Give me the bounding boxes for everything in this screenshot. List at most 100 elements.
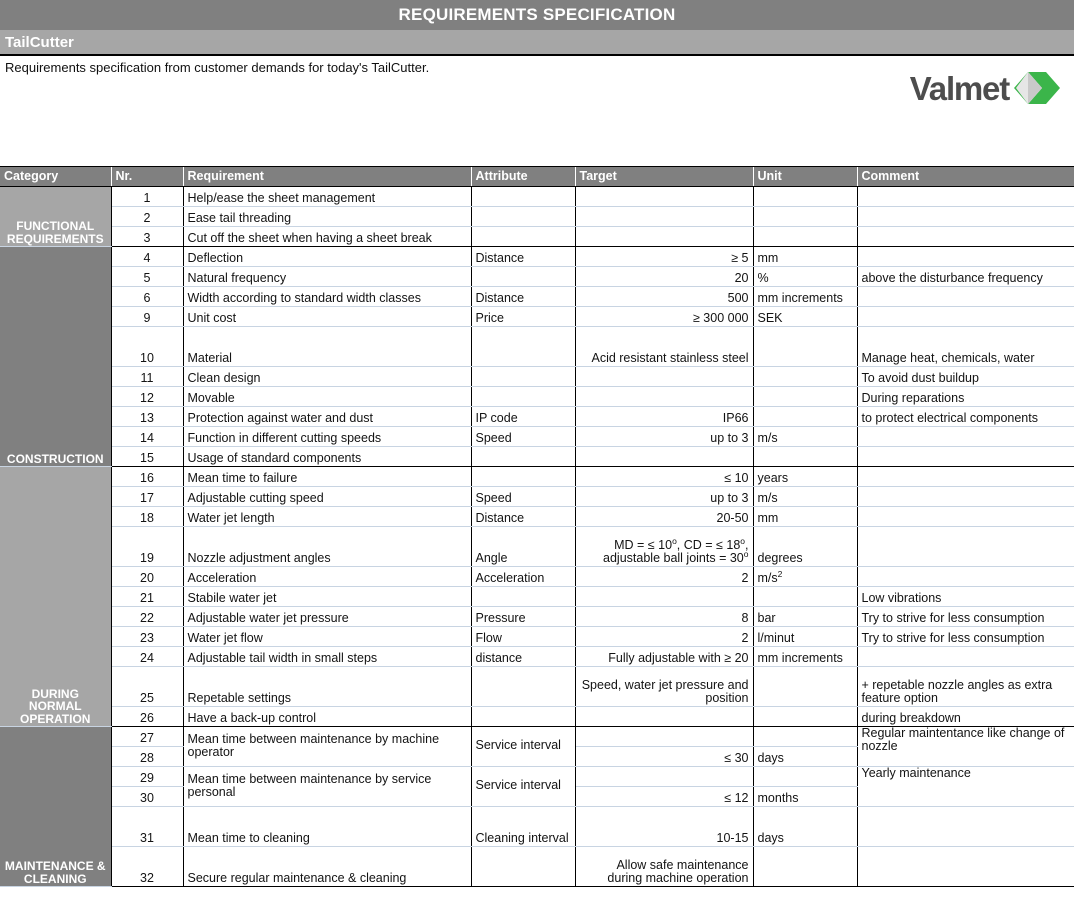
cell-target: up to 3 xyxy=(575,486,754,507)
table-row: 26 Have a back-up control during breakdown xyxy=(0,706,1074,727)
cell-nr: 6 xyxy=(111,286,184,307)
cell-comment xyxy=(857,446,1074,467)
cell-attribute: Distance xyxy=(471,286,576,307)
cell-target: MD = ≤ 10o, CD = ≤ 18o, adjustable ball … xyxy=(575,526,754,567)
cell-attribute: Service interval xyxy=(471,726,576,767)
cell-attribute xyxy=(471,386,576,407)
table-row: 17 Adjustable cutting speed Speed up to 3 m/… xyxy=(0,486,1074,507)
column-header-target: Target xyxy=(575,167,754,187)
cell-comment xyxy=(857,226,1074,247)
cell-attribute: IP code xyxy=(471,406,576,427)
cell-target xyxy=(575,446,754,467)
category-cell: CONSTRUCTION xyxy=(0,246,112,467)
cell-unit: m/s2 xyxy=(753,566,858,587)
cell-nr: 14 xyxy=(111,426,184,447)
cell-requirement: Acceleration xyxy=(183,566,472,587)
cell-unit xyxy=(753,386,858,407)
table-row: 2 Ease tail threading xyxy=(0,206,1074,227)
cell-nr: 9 xyxy=(111,306,184,327)
cell-target xyxy=(575,386,754,407)
cell-target: Speed, water jet pressure and position xyxy=(575,666,754,707)
cell-nr: 16 xyxy=(111,466,184,487)
table-row: 24 Adjustable tail width in small steps di… xyxy=(0,646,1074,667)
cell-requirement: Adjustable cutting speed xyxy=(183,486,472,507)
cell-unit: days xyxy=(753,806,858,847)
cell-requirement: Adjustable water jet pressure xyxy=(183,606,472,627)
column-header-nr: Nr. xyxy=(111,167,184,187)
requirements-table: Category Nr. Requirement Attribute Targe… xyxy=(0,167,1074,887)
cell-nr: 21 xyxy=(111,586,184,607)
category-cell: FUNCTIONAL REQUIREMENTS xyxy=(0,186,112,247)
cell-nr: 25 xyxy=(111,666,184,707)
table-row: 21 Stabile water jet Low vibrations xyxy=(0,586,1074,607)
cell-unit: degrees xyxy=(753,526,858,567)
cell-target: 10-15 xyxy=(575,806,754,847)
cell-target: ≤ 12 xyxy=(575,786,754,807)
table-row: 31 Mean time to cleaning Cleaning interval… xyxy=(0,806,1074,847)
column-header-comment: Comment xyxy=(857,167,1074,187)
cell-target xyxy=(575,766,754,787)
cell-nr: 3 xyxy=(111,226,184,247)
cell-unit xyxy=(753,446,858,467)
table-row: MAINTENANCE & CLEANING 27 Mean time betwee… xyxy=(0,726,1074,887)
cell-requirement: Mean time to cleaning xyxy=(183,806,472,847)
cell-requirement: Material xyxy=(183,326,472,367)
cell-unit xyxy=(753,326,858,367)
cell-attribute: Distance xyxy=(471,246,576,267)
cell-target: 2 xyxy=(575,626,754,647)
cell-comment xyxy=(857,646,1074,667)
cell-nr: 17 xyxy=(111,486,184,507)
cell-unit: SEK xyxy=(753,306,858,327)
cell-attribute: Cleaning interval xyxy=(471,806,576,847)
subject-bar: TailCutter xyxy=(0,30,1074,56)
cell-target: ≥ 300 000 xyxy=(575,306,754,327)
table-row: DURING NORMAL OPERATION 16 Mean time to fa… xyxy=(0,466,1074,727)
table-row: 5 Natural frequency 20% above the disturban… xyxy=(0,266,1074,287)
category-cell: DURING NORMAL OPERATION xyxy=(0,466,112,727)
cell-target xyxy=(575,366,754,387)
column-header-attribute: Attribute xyxy=(471,167,576,187)
cell-comment: To avoid dust buildup xyxy=(857,366,1074,387)
cell-attribute: Service interval xyxy=(471,766,576,807)
cell-unit xyxy=(753,406,858,427)
cell-attribute: Pressure xyxy=(471,606,576,627)
table-row: FUNCTIONAL REQUIREMENTS 1 Help/ease the sh… xyxy=(0,186,1074,247)
table-row: 25 Repetable settings Speed, water jet pre… xyxy=(0,666,1074,707)
valmet-logo-wordmark: Valmet xyxy=(909,69,1010,107)
cell-comment xyxy=(857,306,1074,327)
cell-attribute xyxy=(471,326,576,367)
cell-target: 20-50 xyxy=(575,506,754,527)
category-cell: MAINTENANCE & CLEANING xyxy=(0,726,112,887)
cell-comment: Yearly maintenance xyxy=(857,766,1074,807)
cell-unit xyxy=(753,766,858,787)
cell-attribute xyxy=(471,466,576,487)
table-row: 9 Unit cost Price ≥ 300 000 SEK xyxy=(0,306,1074,327)
cell-nr: 12 xyxy=(111,386,184,407)
cell-nr: 26 xyxy=(111,706,184,727)
cell-requirement: Unit cost xyxy=(183,306,472,327)
cell-comment xyxy=(857,526,1074,567)
cell-unit xyxy=(753,206,858,227)
cell-attribute: Price xyxy=(471,306,576,327)
cell-target xyxy=(575,726,754,747)
cell-unit xyxy=(753,726,858,747)
table-row: 13 Protection against water and dust IP co… xyxy=(0,406,1074,427)
cell-comment: Manage heat, chemicals, water xyxy=(857,326,1074,367)
cell-attribute xyxy=(471,846,576,887)
cell-unit xyxy=(753,666,858,707)
cell-unit xyxy=(753,586,858,607)
cell-nr: 30 xyxy=(111,786,184,807)
cell-target xyxy=(575,706,754,727)
cell-unit xyxy=(753,846,858,887)
table-row: CONSTRUCTION 4 Deflection Distance ≥ 5 mm xyxy=(0,246,1074,467)
cell-target xyxy=(575,186,754,207)
cell-comment xyxy=(857,286,1074,307)
cell-attribute xyxy=(471,666,576,707)
cell-nr: 4 xyxy=(111,246,184,267)
cell-target: ≥ 5 xyxy=(575,246,754,267)
cell-target xyxy=(575,206,754,227)
column-header-requirement: Requirement xyxy=(183,167,472,187)
table-header-row: Category Nr. Requirement Attribute Targe… xyxy=(0,167,1074,187)
table-row: 6 Width according to standard width class… xyxy=(0,286,1074,307)
cell-comment: Try to strive for less consumption xyxy=(857,606,1074,627)
